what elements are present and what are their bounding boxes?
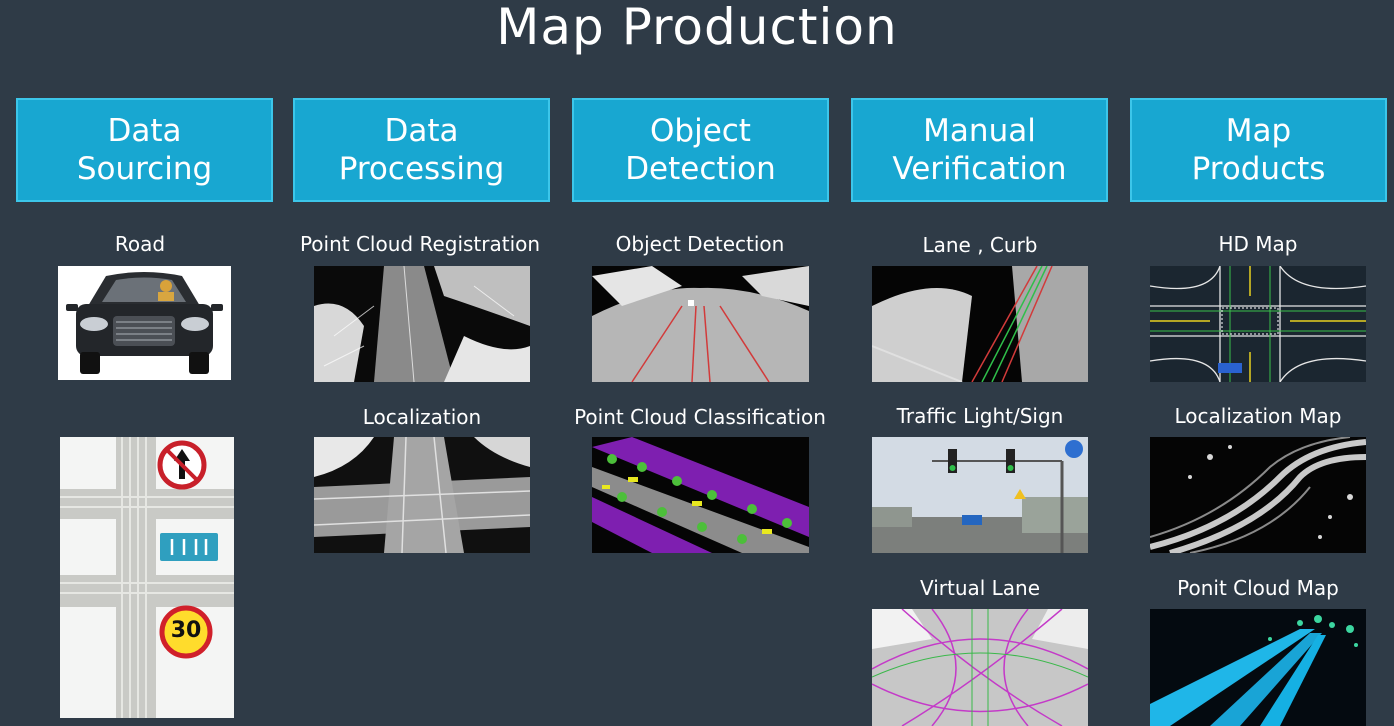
hd-map-image (1150, 266, 1366, 382)
localization-image (314, 437, 530, 553)
column-header-label: Manual Verification (892, 113, 1067, 187)
caption-lane-curb: Lane , Curb (922, 233, 1038, 257)
object-detection-image (592, 266, 809, 382)
column-header-object-detection: Object Detection (572, 98, 829, 202)
traffic-light-sign-image (872, 437, 1088, 553)
column-header-label: Map Products (1191, 113, 1326, 187)
caption-localization-map: Localization Map (1174, 404, 1342, 428)
caption-road: Road (114, 232, 166, 256)
caption-point-cloud-registration: Point Cloud Registration (299, 232, 541, 256)
caption-virtual-lane: Virtual Lane (919, 576, 1041, 600)
lane-direction-sign-icon (160, 533, 218, 561)
sign-icon (1065, 440, 1083, 458)
caption-point-cloud-map: Ponit Cloud Map (1177, 576, 1339, 600)
column-header-data-processing: Data Processing (293, 98, 550, 202)
car-image (58, 266, 231, 380)
column-header-label: Data Sourcing (76, 113, 213, 187)
caption-point-cloud-classification: Point Cloud Classification (574, 405, 826, 429)
caption-traffic-light-sign: Traffic Light/Sign (896, 404, 1064, 428)
map-label-icon (1218, 363, 1242, 373)
caption-object-detection: Object Detection (615, 232, 785, 256)
column-header-label: Object Detection (625, 113, 776, 187)
caption-localization: Localization (362, 405, 482, 429)
caption-hd-map: HD Map (1218, 232, 1298, 256)
lane-curb-image (872, 266, 1088, 382)
point-cloud-map-image (1150, 609, 1366, 726)
point-cloud-registration-image (314, 266, 530, 382)
column-header-manual-verification: Manual Verification (851, 98, 1108, 202)
road-signs-image: 30 (60, 437, 234, 718)
speed-limit-text: 30 (170, 618, 202, 643)
virtual-lane-image (872, 609, 1088, 726)
page-title: Map Production (496, 0, 898, 56)
point-cloud-classification-image (592, 437, 809, 553)
road-sign-icon (962, 515, 982, 525)
column-header-data-sourcing: Data Sourcing (16, 98, 273, 202)
localization-map-image (1150, 437, 1366, 553)
column-header-map-products: Map Products (1130, 98, 1387, 202)
column-header-label: Data Processing (338, 113, 505, 187)
